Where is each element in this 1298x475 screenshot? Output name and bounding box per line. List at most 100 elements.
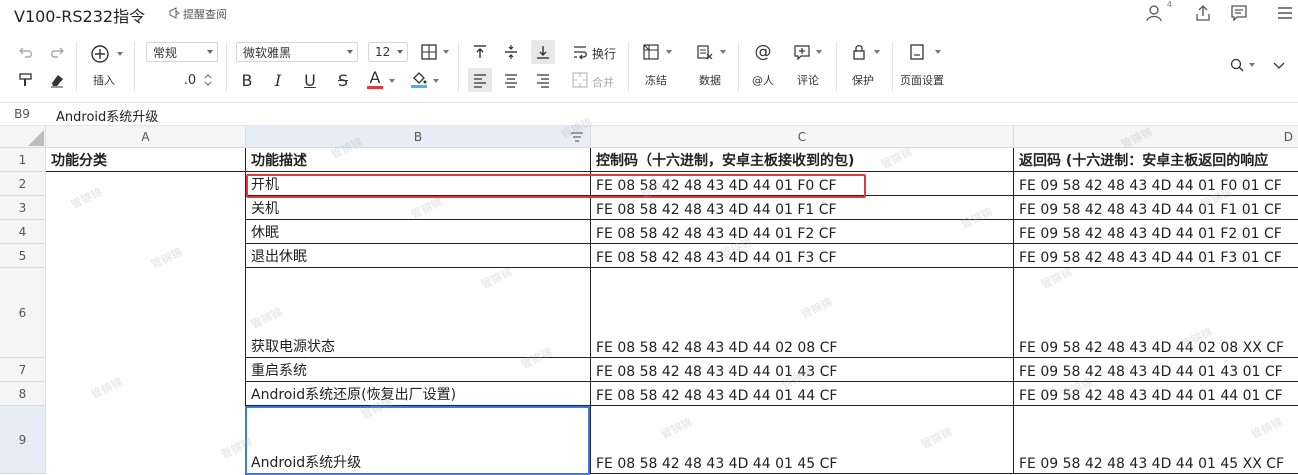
row-header[interactable]: 5 — [0, 244, 46, 268]
align-bottom-icon[interactable] — [531, 40, 555, 64]
decimal-stepper[interactable] — [202, 70, 214, 90]
column-header-b[interactable]: B — [246, 126, 591, 148]
align-left-icon[interactable] — [468, 68, 492, 92]
column-header-c[interactable]: C — [591, 126, 1014, 148]
select-all-corner[interactable] — [0, 126, 46, 148]
collaborators-icon[interactable] — [1146, 4, 1164, 22]
cell-d3[interactable]: FE 09 58 42 48 43 4D 44 01 F1 01 CF — [1014, 196, 1298, 220]
cell-b5[interactable]: 退出休眠 — [246, 244, 591, 268]
cell-d9[interactable]: FE 09 58 42 48 43 4D 44 01 45 XX CF — [1014, 406, 1298, 474]
cell-c5[interactable]: FE 08 58 42 48 43 4D 44 01 F3 CF — [591, 244, 1014, 268]
font-color-button[interactable]: A — [365, 68, 385, 90]
freeze-icon[interactable] — [641, 42, 661, 62]
comments-icon[interactable] — [1230, 4, 1248, 22]
cell-b4[interactable]: 休眠 — [246, 220, 591, 244]
cell-a9[interactable] — [46, 406, 246, 474]
search-icon[interactable] — [1228, 56, 1246, 74]
mention-label[interactable]: @人 — [752, 72, 774, 88]
selected-cell-b9[interactable] — [245, 406, 590, 475]
data-label[interactable]: 数据 — [699, 72, 721, 88]
cell-a8[interactable] — [46, 382, 246, 406]
format-painter-icon[interactable] — [16, 70, 36, 90]
comment-label[interactable]: 评论 — [797, 72, 819, 88]
chevron-down-icon[interactable] — [816, 50, 822, 54]
cell-c9[interactable]: FE 08 58 42 48 43 4D 44 01 45 CF — [591, 406, 1014, 474]
chevron-down-icon[interactable] — [874, 50, 880, 54]
cell-a4[interactable] — [46, 220, 246, 244]
cell-d6[interactable]: FE 09 58 42 48 43 4D 44 02 08 XX CF — [1014, 268, 1298, 358]
menu-icon[interactable] — [1276, 4, 1294, 22]
cell-b7[interactable]: 重启系统 — [246, 358, 591, 382]
row-header[interactable]: 1 — [0, 148, 46, 172]
wrap-label[interactable]: 换行 — [592, 45, 616, 62]
insert-icon[interactable] — [88, 42, 112, 66]
italic-button[interactable]: I — [268, 70, 288, 90]
collapse-toolbar-icon[interactable] — [1270, 56, 1288, 74]
reminder-button[interactable]: 提醒查阅 — [168, 6, 227, 22]
align-center-icon[interactable] — [501, 70, 521, 90]
merge-label[interactable]: 合并 — [592, 74, 614, 90]
cell-a5[interactable] — [46, 244, 246, 268]
row-header[interactable]: 9 — [0, 406, 46, 474]
cell-d2[interactable]: FE 09 58 42 48 43 4D 44 01 F0 01 CF — [1014, 172, 1298, 196]
eraser-icon[interactable] — [47, 70, 67, 90]
lock-icon[interactable] — [849, 42, 869, 62]
mention-icon[interactable]: @ — [753, 42, 773, 62]
cell-c3[interactable]: FE 08 58 42 48 43 4D 44 01 F1 CF — [591, 196, 1014, 220]
number-format-select[interactable]: 常规 — [146, 42, 218, 62]
cell-d8[interactable]: FE 09 58 42 48 43 4D 44 01 44 01 CF — [1014, 382, 1298, 406]
cell-b8[interactable]: Android系统还原(恢复出厂设置) — [246, 382, 591, 406]
row-header[interactable]: 3 — [0, 196, 46, 220]
cell-a6[interactable] — [46, 268, 246, 358]
cell-reference[interactable]: B9 — [0, 103, 44, 125]
row-header[interactable]: 7 — [0, 358, 46, 382]
font-size-select[interactable]: 12 — [368, 42, 408, 62]
column-header-a[interactable]: A — [46, 126, 246, 148]
chevron-down-icon[interactable] — [443, 50, 449, 54]
share-icon[interactable] — [1194, 4, 1212, 22]
cell-c1[interactable]: 控制码（十六进制，安卓主板接收到的包) — [591, 148, 1014, 172]
page-setup-label[interactable]: 页面设置 — [900, 72, 944, 88]
bold-button[interactable]: B — [237, 70, 257, 90]
chevron-down-icon[interactable] — [389, 79, 395, 83]
row-header[interactable]: 4 — [0, 220, 46, 244]
align-middle-icon[interactable] — [501, 42, 521, 62]
cell-c7[interactable]: FE 08 58 42 48 43 4D 44 01 43 CF — [591, 358, 1014, 382]
align-right-icon[interactable] — [533, 70, 553, 90]
comment-icon[interactable] — [792, 42, 812, 62]
align-top-icon[interactable] — [470, 42, 490, 62]
cell-b3[interactable]: 关机 — [246, 196, 591, 220]
cell-a2[interactable] — [46, 172, 246, 196]
cell-c6[interactable]: FE 08 58 42 48 43 4D 44 02 08 CF — [591, 268, 1014, 358]
cell-b6[interactable]: 获取电源状态 — [246, 268, 591, 358]
cell-c8[interactable]: FE 08 58 42 48 43 4D 44 01 44 CF — [591, 382, 1014, 406]
freeze-label[interactable]: 冻结 — [645, 72, 667, 88]
chevron-down-icon[interactable] — [720, 50, 726, 54]
protect-label[interactable]: 保护 — [852, 72, 874, 88]
underline-button[interactable]: U — [300, 70, 320, 90]
chevron-down-icon[interactable] — [1249, 63, 1255, 67]
cell-d5[interactable]: FE 09 58 42 48 43 4D 44 01 F3 01 CF — [1014, 244, 1298, 268]
decimal-label[interactable]: .0 — [180, 70, 200, 90]
borders-icon[interactable] — [418, 42, 440, 62]
row-header[interactable]: 8 — [0, 382, 46, 406]
cell-d4[interactable]: FE 09 58 42 48 43 4D 44 01 F2 01 CF — [1014, 220, 1298, 244]
page-setup-icon[interactable] — [907, 42, 927, 62]
column-header-d[interactable]: D — [1014, 126, 1298, 148]
chevron-down-icon[interactable] — [433, 79, 439, 83]
wrap-text-icon[interactable] — [570, 42, 590, 62]
cell-d1[interactable]: 返回码 (十六进制：安卓主板返回的响应 — [1014, 148, 1298, 172]
cell-c4[interactable]: FE 08 58 42 48 43 4D 44 01 F2 CF — [591, 220, 1014, 244]
data-icon[interactable] — [695, 42, 715, 62]
merge-cells-icon[interactable] — [570, 70, 590, 90]
font-family-select[interactable]: 微软雅黑 — [236, 42, 358, 62]
filter-icon[interactable] — [570, 130, 584, 147]
chevron-down-icon[interactable] — [935, 50, 941, 54]
cell-a3[interactable] — [46, 196, 246, 220]
cell-a7[interactable] — [46, 358, 246, 382]
document-title[interactable]: V100-RS232指令 — [14, 3, 145, 27]
insert-label[interactable]: 插入 — [93, 72, 115, 88]
chevron-down-icon[interactable] — [117, 52, 123, 56]
formula-input[interactable]: Android系统升级 — [56, 106, 158, 125]
redo-icon[interactable] — [47, 42, 67, 62]
